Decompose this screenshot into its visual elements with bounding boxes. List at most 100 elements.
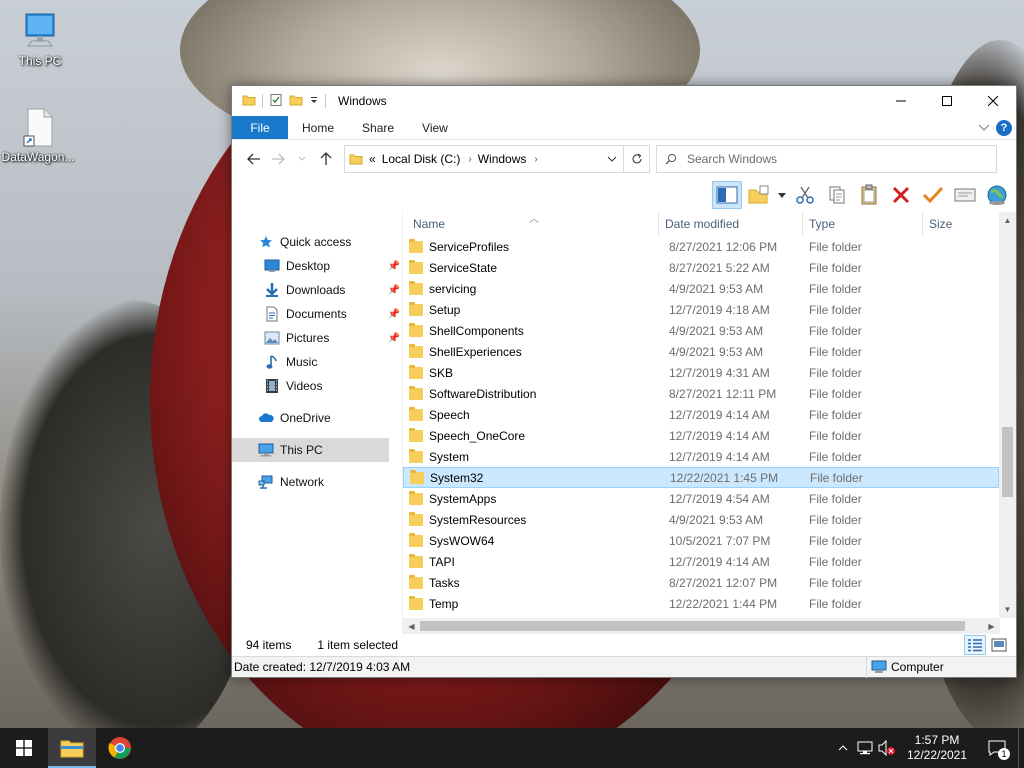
taskbar-file-explorer[interactable] [48,728,96,768]
file-name-cell[interactable]: Setup [403,301,659,317]
table-row[interactable]: System32 12/22/2021 1:45 PM File folder [403,467,999,488]
clock[interactable]: 1:57 PM 12/22/2021 [898,733,976,763]
tab-share[interactable]: Share [348,116,408,139]
large-icons-view-button[interactable] [988,635,1010,655]
refresh-button[interactable] [624,145,650,173]
expand-ribbon-button[interactable] [978,121,990,135]
table-row[interactable]: SoftwareDistribution 8/27/2021 12:11 PM Fi… [403,383,999,404]
network-status-button[interactable] [854,728,876,768]
properties-button[interactable] [950,181,980,209]
taskbar-chrome[interactable] [96,728,144,768]
nav-downloads[interactable]: Downloads 📌 [232,278,402,302]
file-name-cell[interactable]: ServiceProfiles [403,238,659,254]
file-name-cell[interactable]: SoftwareDistribution [403,385,659,401]
nav-music[interactable]: Music [232,350,402,374]
properties-icon[interactable] [269,93,283,110]
file-name-cell[interactable]: Tasks [403,574,659,590]
cut-button[interactable] [790,181,820,209]
pin-icon[interactable]: 📌 [388,309,400,320]
column-header-type[interactable]: Type [803,212,923,236]
nav-videos[interactable]: Videos [232,374,402,398]
file-name-cell[interactable]: Speech_OneCore [403,427,659,443]
table-row[interactable]: servicing 4/9/2021 9:53 AM File folder [403,278,999,299]
table-row[interactable]: TAPI 12/7/2019 4:14 AM File folder [403,551,999,572]
preview-pane-button[interactable] [712,181,742,209]
file-name-cell[interactable]: System [403,448,659,464]
table-row[interactable]: ShellComponents 4/9/2021 9:53 AM File fold… [403,320,999,341]
recent-locations-button[interactable] [290,147,314,171]
breadcrumb-local-disk[interactable]: Local Disk (C:) [382,152,461,166]
new-folder-icon[interactable] [289,93,303,110]
action-center-button[interactable]: 1 [976,728,1018,768]
scroll-right-icon[interactable]: ▶ [983,622,1000,631]
nav-onedrive[interactable]: OneDrive [232,406,402,430]
new-folder-button[interactable] [744,181,774,209]
table-row[interactable]: System 12/7/2019 4:14 AM File folder [403,446,999,467]
search-input[interactable]: Search Windows [656,145,997,173]
file-name-cell[interactable]: servicing [403,280,659,296]
customize-quick-access-icon[interactable] [309,94,319,108]
scroll-thumb[interactable] [1002,427,1013,497]
scroll-up-icon[interactable]: ▲ [999,212,1016,229]
pin-icon[interactable]: 📌 [388,333,400,344]
start-button[interactable] [0,728,48,768]
vertical-scrollbar[interactable]: ▲ ▼ [999,212,1016,618]
back-button[interactable] [242,147,266,171]
address-dropdown-button[interactable] [601,156,623,162]
file-name-cell[interactable]: SystemResources [403,511,659,527]
file-name-cell[interactable]: TAPI [403,553,659,569]
pin-icon[interactable]: 📌 [388,261,400,272]
tab-view[interactable]: View [408,116,462,139]
breadcrumb-windows[interactable]: Windows [478,152,527,166]
nav-quick-access[interactable]: Quick access [232,230,402,254]
breadcrumb-separator-icon[interactable]: › [468,154,471,165]
file-name-cell[interactable]: SysWOW64 [403,532,659,548]
table-row[interactable]: ServiceState 8/27/2021 5:22 AM File folder [403,257,999,278]
show-desktop-button[interactable] [1018,728,1024,768]
globe-button[interactable] [982,181,1012,209]
copy-button[interactable] [822,181,852,209]
nav-pictures[interactable]: Pictures 📌 [232,326,402,350]
table-row[interactable]: SKB 12/7/2019 4:31 AM File folder [403,362,999,383]
file-name-cell[interactable]: ServiceState [403,259,659,275]
file-name-cell[interactable]: SystemApps [403,490,659,506]
scroll-down-icon[interactable]: ▼ [999,601,1016,618]
new-folder-dropdown[interactable] [776,181,788,209]
desktop-icon-this-pc[interactable]: This PC [2,10,78,68]
table-row[interactable]: ShellExperiences 4/9/2021 9:53 AM File fol… [403,341,999,362]
help-button[interactable]: ? [996,119,1012,136]
title-bar[interactable]: Windows [232,86,1016,116]
up-button[interactable] [314,147,338,171]
nav-this-pc[interactable]: This PC [232,438,389,462]
forward-button[interactable] [266,147,290,171]
table-row[interactable]: Speech 12/7/2019 4:14 AM File folder [403,404,999,425]
volume-button[interactable] [876,728,898,768]
desktop-icon-datawagon[interactable]: DataWagon... [0,106,76,164]
tab-home[interactable]: Home [288,116,348,139]
horizontal-scrollbar[interactable]: ◀ ▶ [403,618,1000,634]
column-header-size[interactable]: Size [923,212,989,236]
show-hidden-icons-button[interactable] [832,728,854,768]
address-bar[interactable]: « Local Disk (C:) › Windows › [344,145,624,173]
delete-button[interactable] [886,181,916,209]
file-name-cell[interactable]: SKB [403,364,659,380]
table-row[interactable]: Speech_OneCore 12/7/2019 4:14 AM File fold… [403,425,999,446]
close-button[interactable] [970,86,1016,116]
table-row[interactable]: ServiceProfiles 8/27/2021 12:06 PM File fo… [403,236,999,257]
rename-button[interactable] [918,181,948,209]
paste-button[interactable] [854,181,884,209]
file-name-cell[interactable]: Speech [403,406,659,422]
column-header-date-modified[interactable]: Date modified [659,212,803,236]
details-view-button[interactable] [964,635,986,655]
file-name-cell[interactable]: Temp [403,595,659,611]
file-name-cell[interactable]: ShellExperiences [403,343,659,359]
scroll-thumb[interactable] [420,621,965,631]
nav-documents[interactable]: Documents 📌 [232,302,402,326]
pin-icon[interactable]: 📌 [388,285,400,296]
file-name-cell[interactable]: System32 [404,469,660,485]
file-name-cell[interactable]: ShellComponents [403,322,659,338]
nav-desktop[interactable]: Desktop 📌 [232,254,402,278]
table-row[interactable]: SystemApps 12/7/2019 4:54 AM File folder [403,488,999,509]
tab-file[interactable]: File [232,116,288,139]
table-row[interactable]: Tasks 8/27/2021 12:07 PM File folder [403,572,999,593]
